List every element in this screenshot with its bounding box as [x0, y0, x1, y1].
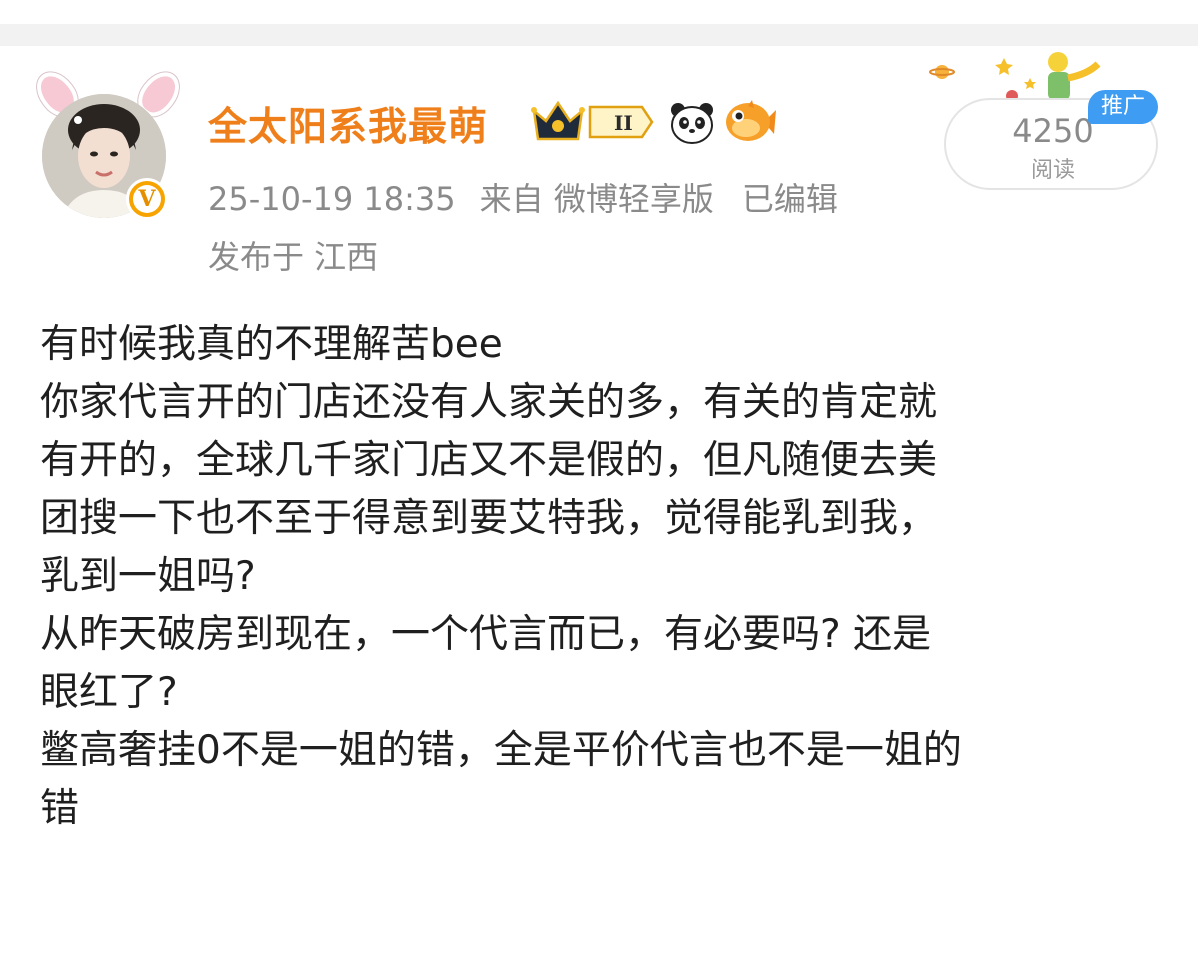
- reads-label: 阅读: [1030, 158, 1075, 183]
- promotion-tag[interactable]: 推广: [1088, 90, 1158, 124]
- pufferfish-icon[interactable]: [724, 100, 776, 144]
- post-line: 从昨天破房到现在，一个代言而已，有必要吗? 还是: [40, 612, 932, 657]
- post-line: 眼红了?: [40, 670, 178, 715]
- top-band: [0, 0, 1198, 24]
- verified-mark: V: [133, 185, 161, 213]
- post-line: 有开的，全球几千家门店又不是假的，但凡随便去美: [40, 438, 938, 483]
- post-line: 错: [40, 786, 80, 831]
- top-divider-strip: [0, 24, 1198, 46]
- post-body: 有时候我真的不理解苦bee 你家代言开的门店还没有人家关的多，有关的肯定就 有开…: [40, 316, 1170, 838]
- post-line: 乳到一姐吗?: [40, 554, 256, 599]
- post-line: 鳖高奢挂0不是一姐的错，全是平价代言也不是一姐的: [40, 728, 962, 773]
- username[interactable]: 全太阳系我最萌: [208, 96, 488, 152]
- post-line: 团搜一下也不至于得意到要艾特我，觉得能乳到我，: [40, 496, 938, 541]
- edited-label[interactable]: 已编辑: [742, 180, 838, 218]
- post-source[interactable]: 来自 微博轻享版: [480, 180, 714, 218]
- panda-icon[interactable]: [668, 98, 716, 146]
- level-badge-text: II: [614, 111, 633, 135]
- crown-level-badge[interactable]: II: [530, 99, 654, 145]
- post-location: 发布于 江西: [208, 238, 379, 276]
- avatar-container[interactable]: V: [28, 64, 188, 228]
- post-line: 你家代言开的门店还没有人家关的多，有关的肯定就: [40, 380, 938, 425]
- verified-badge-icon: V: [126, 178, 168, 220]
- post-timestamp: 25-10-19 18:35: [208, 180, 456, 218]
- post-meta: 25-10-19 18:35 来自 微博轻享版 已编辑: [208, 174, 862, 220]
- post-line: 有时候我真的不理解苦bee: [40, 322, 503, 367]
- user-badges: II: [530, 96, 776, 148]
